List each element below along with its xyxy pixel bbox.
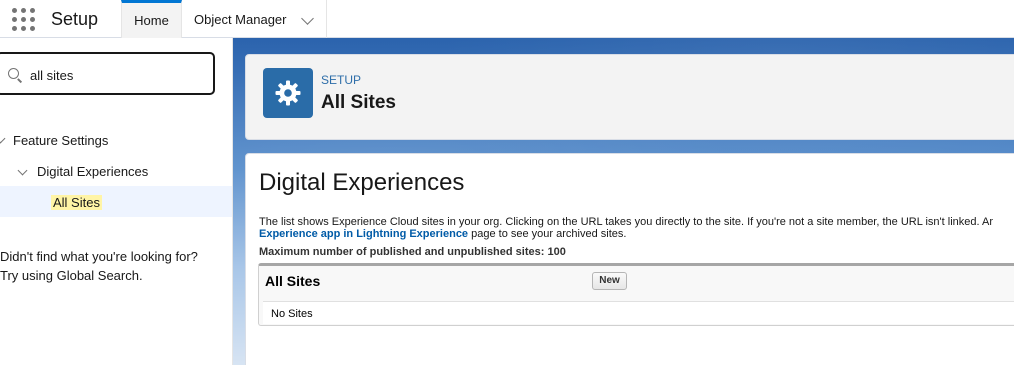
chevron-down-icon[interactable] xyxy=(0,133,6,144)
section-title: Digital Experiences xyxy=(259,169,465,196)
app-launcher-icon[interactable] xyxy=(12,8,36,32)
list-title: All Sites xyxy=(265,273,321,289)
description: The list shows Experience Cloud sites in… xyxy=(259,216,1014,240)
search-match-highlight: All Sites xyxy=(51,195,102,210)
page-header: SETUP All Sites xyxy=(245,54,1014,140)
tree-item-digital-experiences[interactable]: Digital Experiences xyxy=(37,164,148,179)
tree-item-feature-settings[interactable]: Feature Settings xyxy=(13,133,108,148)
description-line2-rest: page to see your archived sites. xyxy=(468,228,627,240)
global-header: Setup Home Object Manager xyxy=(0,0,1014,38)
list-item: No Sites xyxy=(263,301,1014,324)
breadcrumb: SETUP xyxy=(321,73,362,87)
tree-item-selected-row[interactable] xyxy=(0,186,232,217)
setup-gear-tile xyxy=(263,68,313,118)
quick-find-box[interactable] xyxy=(0,52,215,95)
description-line1: The list shows Experience Cloud sites in… xyxy=(259,216,993,228)
content-area: SETUP All Sites Digital Experiences The … xyxy=(233,38,1014,365)
search-icon xyxy=(8,68,19,79)
help-text-line2: Try using Global Search. xyxy=(0,268,143,283)
sites-list: All Sites New No Sites xyxy=(258,263,1014,326)
tab-object-manager-label: Object Manager xyxy=(194,12,287,27)
chevron-down-icon[interactable] xyxy=(17,165,28,176)
gear-icon xyxy=(275,80,301,106)
experience-app-link[interactable]: Experience app in Lightning Experience xyxy=(259,228,468,240)
new-site-button[interactable]: New xyxy=(592,272,627,290)
chevron-down-icon[interactable] xyxy=(301,12,314,25)
empty-list-text: No Sites xyxy=(271,308,313,320)
app-name: Setup xyxy=(51,9,99,29)
description-line2: Experience app in Lightning Experience p… xyxy=(259,228,1014,240)
tab-object-manager[interactable]: Object Manager xyxy=(182,0,327,38)
main-panel: Digital Experiences The list shows Exper… xyxy=(245,153,1014,365)
max-sites-text: Maximum number of published and unpublis… xyxy=(259,246,566,258)
tree-item-all-sites[interactable]: All Sites xyxy=(51,195,102,210)
setup-sidebar: Feature Settings Digital Experiences All… xyxy=(0,38,233,365)
help-text-line1: Didn't find what you're looking for? xyxy=(0,249,198,264)
quick-find-input[interactable] xyxy=(30,65,210,85)
help-text: Didn't find what you're looking for? Try… xyxy=(0,247,198,285)
tab-home[interactable]: Home xyxy=(121,0,182,38)
page-title: All Sites xyxy=(321,92,396,113)
